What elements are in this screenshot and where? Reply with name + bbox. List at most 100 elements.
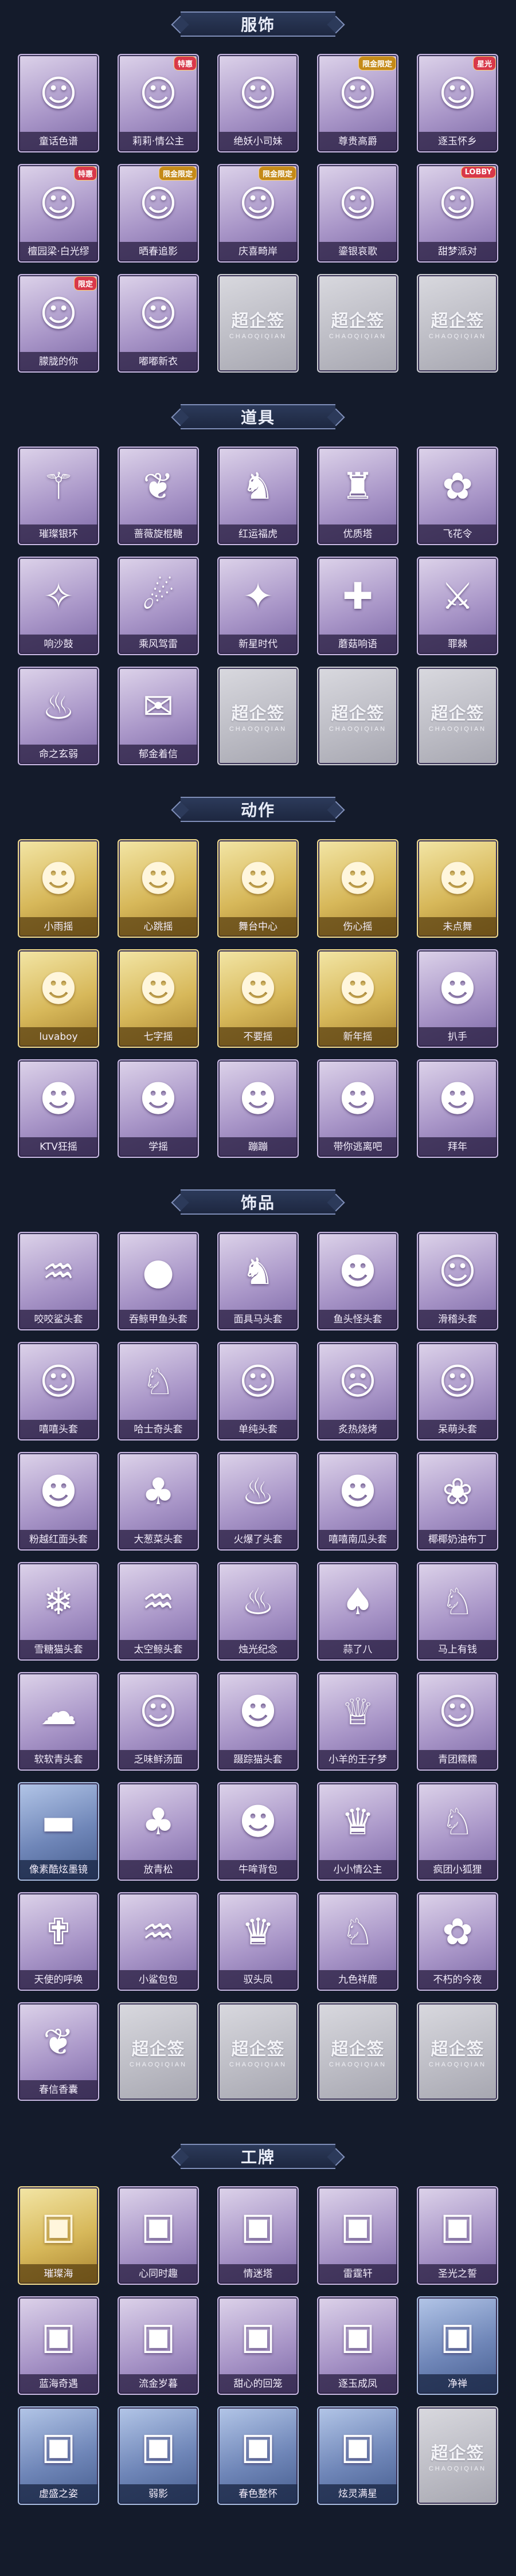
item-card[interactable]: ♘ 九色祥鹿 bbox=[317, 1892, 398, 1991]
item-card[interactable]: ♒ 咬咬鲨头套 bbox=[18, 1232, 99, 1330]
item-card[interactable]: ⚚ 璀璨银环 bbox=[18, 447, 99, 545]
item-card[interactable]: ♘ 疯团小狐狸 bbox=[417, 1782, 498, 1881]
item-card[interactable]: ▣ 炫灵满星 bbox=[317, 2406, 398, 2505]
item-card[interactable]: ☻ 不要摇 bbox=[217, 949, 299, 1048]
item-card[interactable]: ☻ 小雨摇 bbox=[18, 839, 99, 938]
item-card[interactable]: ❀ 椰椰奶油布丁 bbox=[417, 1452, 498, 1551]
item-card[interactable]: ♨ 命之玄弱 bbox=[18, 667, 99, 765]
item-card[interactable]: ♨ 火爆了头套 bbox=[217, 1452, 299, 1551]
item-card[interactable]: ☺ 呆萌头套 bbox=[417, 1342, 498, 1440]
item-card[interactable]: ☻ 拜年 bbox=[417, 1059, 498, 1158]
item-card[interactable]: ▣ 虚盛之姿 bbox=[18, 2406, 99, 2505]
item-card[interactable]: ❦ 蔷薇旋棍糖 bbox=[118, 447, 199, 545]
item-card[interactable]: ▣ 流金岁暮 bbox=[118, 2296, 199, 2395]
item-card[interactable]: ▣ 春色整怀 bbox=[217, 2406, 299, 2505]
item-card[interactable]: ☻ 牛哞背包 bbox=[217, 1782, 299, 1881]
item-card[interactable]: ☹ 炙热烧烤 bbox=[317, 1342, 398, 1440]
item-art: ☻ bbox=[223, 1065, 293, 1134]
item-card[interactable]: ☺ 限定 朦胧的你 bbox=[18, 274, 99, 373]
item-card[interactable]: ☺ 特惠 莉莉·情公主 bbox=[118, 54, 199, 152]
item-card[interactable]: ☺ 限金限定 尊贵高爵 bbox=[317, 54, 398, 152]
item-card[interactable]: ✿ 不朽的今夜 bbox=[417, 1892, 498, 1991]
item-card[interactable]: ☻ 学摇 bbox=[118, 1059, 199, 1158]
item-card[interactable]: ✟ 天使的呼唤 bbox=[18, 1892, 99, 1991]
item-card[interactable]: ☺ 星光 逐玉怀乡 bbox=[417, 54, 498, 152]
item-card[interactable]: ♞ 红运福虎 bbox=[217, 447, 299, 545]
item-card[interactable]: ☻ 新年摇 bbox=[317, 949, 398, 1048]
item-card[interactable]: ▣ 弱影 bbox=[118, 2406, 199, 2505]
item-card[interactable]: ♛ 小小情公主 bbox=[317, 1782, 398, 1881]
item-card[interactable]: ☺ LOBBY 甜梦派对 bbox=[417, 164, 498, 263]
item-card[interactable]: ☻ 心跳摇 bbox=[118, 839, 199, 938]
item-label: 莉莉·情公主 bbox=[119, 132, 198, 151]
item-icon: ♘ bbox=[441, 1581, 474, 1623]
item-card[interactable]: ▣ 心同时趣 bbox=[118, 2186, 199, 2285]
item-card[interactable]: ▣ 净禅 bbox=[417, 2296, 498, 2395]
item-card[interactable]: ☺ 限金限定 庆喜畸岸 bbox=[217, 164, 299, 263]
item-card[interactable]: ♕ 小羊的王子梦 bbox=[317, 1672, 398, 1771]
item-card[interactable]: ☻ 嘻嘻南瓜头套 bbox=[317, 1452, 398, 1551]
item-icon: ☻ bbox=[239, 968, 277, 1011]
item-card[interactable]: ☻ 蹑踪猫头套 bbox=[217, 1672, 299, 1771]
item-card[interactable]: ☻ 七字摇 bbox=[118, 949, 199, 1048]
item-card[interactable]: ☻ 未点舞 bbox=[417, 839, 498, 938]
item-card[interactable]: ❦ 春信香囊 bbox=[18, 2002, 99, 2101]
item-card[interactable]: ☺ 童话色谱 bbox=[18, 54, 99, 152]
item-card[interactable]: ☺ 嘻嘻头套 bbox=[18, 1342, 99, 1440]
item-icon: ✉ bbox=[143, 686, 174, 728]
item-card[interactable]: ☻ 蹦蹦 bbox=[217, 1059, 299, 1158]
item-card[interactable]: ☺ 特惠 檀园梁·白光缪 bbox=[18, 164, 99, 263]
item-card[interactable]: ▣ 逐玉成凤 bbox=[317, 2296, 398, 2395]
item-badge: 限定 bbox=[73, 276, 97, 291]
item-art: ⚚ bbox=[24, 452, 93, 521]
item-card[interactable]: ⚔ 罪棘 bbox=[417, 557, 498, 655]
item-card[interactable]: ✧ 响沙鼓 bbox=[18, 557, 99, 655]
item-card[interactable]: ● 吞鲸甲鱼头套 bbox=[118, 1232, 199, 1330]
item-card[interactable]: ☺ 单纯头套 bbox=[217, 1342, 299, 1440]
item-card[interactable]: ☺ 青团糯糯 bbox=[417, 1672, 498, 1771]
item-card[interactable]: ▣ 情迷塔 bbox=[217, 2186, 299, 2285]
item-card[interactable]: ▬ 像素酷炫墨镜 bbox=[18, 1782, 99, 1881]
item-card[interactable]: ☻ 带你逃离吧 bbox=[317, 1059, 398, 1158]
item-card[interactable]: ☻ 粉越红面头套 bbox=[18, 1452, 99, 1551]
item-card[interactable]: ☄ 乘风驾雷 bbox=[118, 557, 199, 655]
item-card[interactable]: ✚ 蘑菇响语 bbox=[317, 557, 398, 655]
item-card[interactable]: ✦ 新星时代 bbox=[217, 557, 299, 655]
item-card[interactable]: ♒ 太空鲸头套 bbox=[118, 1562, 199, 1661]
item-card[interactable]: ✉ 郁金着信 bbox=[118, 667, 199, 765]
item-card[interactable]: ☺ 乏味鲜汤面 bbox=[118, 1672, 199, 1771]
item-card[interactable]: ▣ 甜心的回笼 bbox=[217, 2296, 299, 2395]
item-card[interactable]: ☻ 伤心摇 bbox=[317, 839, 398, 938]
item-card[interactable]: ▣ 蓝海奇遇 bbox=[18, 2296, 99, 2395]
item-card[interactable]: ☺ 限金限定 晒春追影 bbox=[118, 164, 199, 263]
item-card[interactable]: ♠ 蒜了八 bbox=[317, 1562, 398, 1661]
item-card[interactable]: ☁ 软软青头套 bbox=[18, 1672, 99, 1771]
item-card[interactable]: ☺ 滑稽头套 bbox=[417, 1232, 498, 1330]
item-card[interactable]: ☺ 绝妖小司妹 bbox=[217, 54, 299, 152]
item-card[interactable]: ✿ 飞花令 bbox=[417, 447, 498, 545]
item-card[interactable]: ♣ 放青松 bbox=[118, 1782, 199, 1881]
item-card[interactable]: ❄ 雪糖猫头套 bbox=[18, 1562, 99, 1661]
item-card[interactable]: ♨ 烛光纪念 bbox=[217, 1562, 299, 1661]
item-card[interactable]: ♣ 大葱菜头套 bbox=[118, 1452, 199, 1551]
item-card[interactable]: ☻ 舞台中心 bbox=[217, 839, 299, 938]
item-card[interactable]: ▣ 圣光之誓 bbox=[417, 2186, 498, 2285]
item-card[interactable]: ▣ 雷霆轩 bbox=[317, 2186, 398, 2285]
item-icon: ● bbox=[142, 1251, 174, 1293]
item-label: 情迷塔 bbox=[218, 2264, 298, 2284]
item-card[interactable]: ♛ 驭头凤 bbox=[217, 1892, 299, 1991]
item-icon: ♨ bbox=[241, 1471, 275, 1513]
item-card[interactable]: ♒ 小鲨包包 bbox=[118, 1892, 199, 1991]
item-card[interactable]: ☻ 鱼头怪头套 bbox=[317, 1232, 398, 1330]
item-label: 蒜了八 bbox=[318, 1640, 397, 1659]
item-card[interactable]: ☺ 鎏银哀歌 bbox=[317, 164, 398, 263]
item-card[interactable]: ♞ 面具马头套 bbox=[217, 1232, 299, 1330]
item-card[interactable]: ☻ 扒手 bbox=[417, 949, 498, 1048]
item-card[interactable]: ☻ luvaboy bbox=[18, 949, 99, 1048]
item-card[interactable]: ☻ KTV狂摇 bbox=[18, 1059, 99, 1158]
item-card[interactable]: ☺ 嘟嘟新衣 bbox=[118, 274, 199, 373]
item-card[interactable]: ♘ 马上有钱 bbox=[417, 1562, 498, 1661]
item-card[interactable]: ▣ 璀璨海 bbox=[18, 2186, 99, 2285]
item-card[interactable]: ♘ 哈士奇头套 bbox=[118, 1342, 199, 1440]
item-card[interactable]: ♜ 优质塔 bbox=[317, 447, 398, 545]
